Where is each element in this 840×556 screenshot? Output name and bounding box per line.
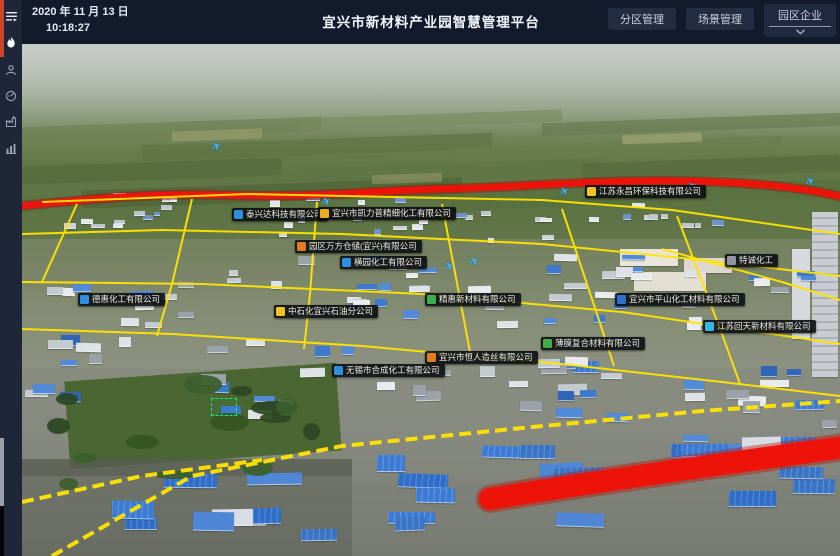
- company-logo-icon: [234, 210, 243, 219]
- company-logo-icon: [727, 256, 736, 265]
- company-logo-icon: [543, 339, 552, 348]
- building-label[interactable]: 泰兴达科技有限公司: [232, 208, 328, 221]
- company-logo-icon: [320, 209, 329, 218]
- company-logo-icon: [617, 295, 626, 304]
- company-name: 薄膜复合材料有限公司: [555, 337, 640, 350]
- company-logo-icon: [427, 353, 436, 362]
- building-label[interactable]: 江苏永昌环保科技有限公司: [585, 185, 706, 198]
- factory-icon[interactable]: [0, 112, 22, 132]
- flame-icon[interactable]: [0, 32, 22, 52]
- building-label[interactable]: 无锡市合成化工有限公司: [332, 364, 445, 377]
- building-label[interactable]: 中石化宜兴石油分公司: [274, 305, 378, 318]
- topbar-actions: 分区管理 场景管理 园区企业: [608, 4, 836, 37]
- scene-manage-button[interactable]: 场景管理: [686, 8, 754, 30]
- building-label[interactable]: 宜兴市凯力普精细化工有限公司: [318, 207, 456, 220]
- building-label[interactable]: 江苏回天新材料有限公司: [703, 320, 816, 333]
- company-name: 园区万方仓储(宜兴)有限公司: [309, 240, 417, 253]
- zone-manage-button[interactable]: 分区管理: [608, 8, 676, 30]
- company-logo-icon: [297, 242, 306, 251]
- dropdown-divider: [769, 26, 831, 27]
- building-label[interactable]: 横园化工有限公司: [340, 256, 427, 269]
- building-label[interactable]: 园区万方仓储(宜兴)有限公司: [295, 240, 422, 253]
- company-name: 横园化工有限公司: [354, 256, 422, 269]
- company-logo-icon: [587, 187, 596, 196]
- topbar: 2020 年 11 月 13 日 10:18:27 宜兴市新材料产业园智慧管理平…: [22, 0, 840, 44]
- company-name: 精惠新材料有限公司: [439, 293, 516, 306]
- chevron-down-icon: [795, 29, 806, 35]
- user-icon[interactable]: [0, 60, 22, 80]
- sidebar-scroll-track: [0, 506, 4, 556]
- building-label[interactable]: 德惠化工有限公司: [78, 293, 165, 306]
- company-name: 宜兴市恒人造丝有限公司: [439, 351, 533, 364]
- app-root: 2020 年 11 月 13 日 10:18:27 宜兴市新材料产业园智慧管理平…: [0, 0, 840, 556]
- building-label[interactable]: 宜兴市恒人造丝有限公司: [425, 351, 538, 364]
- company-name: 无锡市合成化工有限公司: [346, 364, 440, 377]
- sidebar-scrollbar[interactable]: [0, 438, 4, 506]
- company-logo-icon: [334, 366, 343, 375]
- company-logo-icon: [80, 295, 89, 304]
- company-logo-icon: [427, 295, 436, 304]
- building-label[interactable]: 宜兴市平山化工材料有限公司: [615, 293, 745, 306]
- building-label[interactable]: 精惠新材料有限公司: [425, 293, 521, 306]
- company-name: 宜兴市平山化工材料有限公司: [629, 293, 740, 306]
- company-logo-icon: [705, 322, 714, 331]
- selection-box: [211, 398, 237, 416]
- bar-chart-icon[interactable]: [0, 138, 22, 158]
- company-name: 宜兴市凯力普精细化工有限公司: [332, 207, 451, 220]
- company-name: 江苏回天新材料有限公司: [717, 320, 811, 333]
- company-name: 江苏永昌环保科技有限公司: [599, 185, 701, 198]
- building-label[interactable]: 薄膜复合材料有限公司: [541, 337, 645, 350]
- company-name: 德惠化工有限公司: [92, 293, 160, 306]
- menu-icon[interactable]: [0, 6, 22, 26]
- gauge-icon[interactable]: [0, 86, 22, 106]
- company-logo-icon: [276, 307, 285, 316]
- map-viewport[interactable]: ✈✈✈✈✈✈✈泰兴达科技有限公司宜兴市凯力普精细化工有限公司园区万方仓储(宜兴)…: [22, 44, 840, 556]
- company-name: 特诚化工: [739, 254, 773, 267]
- company-name: 泰兴达科技有限公司: [246, 208, 323, 221]
- company-logo-icon: [342, 258, 351, 267]
- dropdown-label: 园区企业: [778, 7, 822, 23]
- company-name: 中石化宜兴石油分公司: [288, 305, 373, 318]
- park-enterprise-dropdown[interactable]: 园区企业: [764, 4, 836, 37]
- sidebar: [0, 0, 22, 556]
- building-label[interactable]: 特诚化工: [725, 254, 778, 267]
